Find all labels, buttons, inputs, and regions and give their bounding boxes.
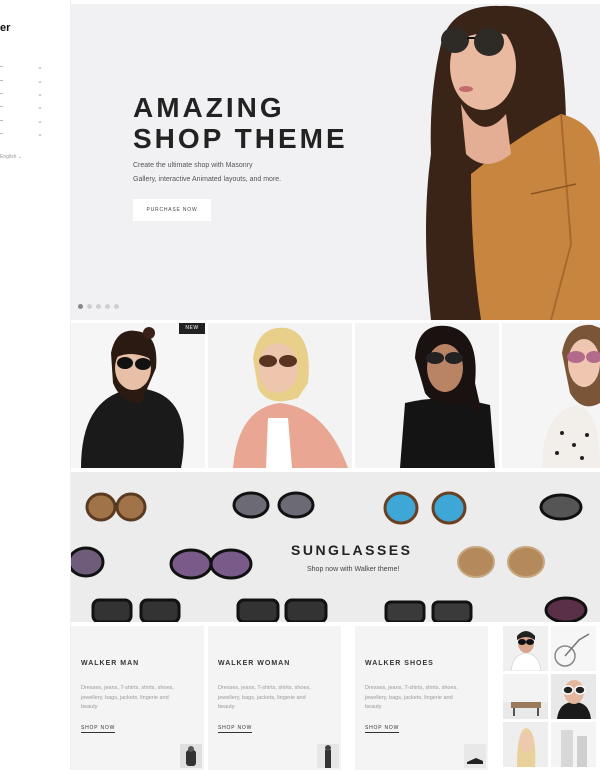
gallery-thumb-4[interactable] — [551, 674, 596, 719]
chevron-down-icon[interactable]: ⌄ — [37, 63, 43, 71]
slider-dot-2[interactable] — [87, 304, 92, 309]
card-description: Dresses, jeans, T-shirts, shirts, shoes,… — [218, 685, 311, 710]
card-thumbnail — [464, 744, 486, 768]
gallery-thumb-6[interactable] — [551, 722, 596, 767]
card-title: WALKER MAN — [81, 660, 140, 667]
gallery-thumb-5[interactable] — [503, 722, 548, 767]
product-tile-1[interactable]: NEW — [71, 323, 205, 468]
category-card-walker-man[interactable]: WALKER MAN Dresses, jeans, T-shirts, shi… — [71, 626, 204, 770]
card-thumbnail — [317, 744, 339, 768]
shop-now-link[interactable]: SHOP NOW — [365, 725, 400, 733]
product-tile-2[interactable] — [208, 323, 352, 468]
slider-dots — [78, 304, 119, 309]
chevron-down-icon: ⌄ — [17, 154, 22, 160]
site-logo[interactable]: er — [0, 22, 10, 34]
sunglasses-1 — [85, 492, 147, 522]
hero-title: AMAZING SHOP THEME — [133, 92, 348, 154]
product-tile-3[interactable] — [355, 323, 499, 468]
hero-model-image — [426, 5, 600, 320]
nav-item-1[interactable] — [0, 66, 3, 67]
category-card-walker-shoes[interactable]: WALKER SHOES Dresses, jeans, T-shirts, s… — [355, 626, 488, 770]
product-image — [233, 327, 348, 468]
card-description: Dresses, jeans, T-shirts, shirts, shoes,… — [81, 685, 174, 710]
shop-now-link[interactable]: SHOP NOW — [218, 725, 253, 733]
slider-dot-4[interactable] — [105, 304, 110, 309]
product-image — [81, 327, 184, 468]
sidebar: er ⌄ ⌄ ⌄ ⌄ ⌄ ⌄ English ⌄ — [0, 0, 71, 770]
category-card-walker-woman[interactable]: WALKER WOMAN Dresses, jeans, T-shirts, s… — [208, 626, 341, 770]
card-description: Dresses, jeans, T-shirts, shirts, shoes,… — [365, 685, 458, 710]
gallery-thumb-2[interactable] — [551, 626, 596, 671]
slider-dot-1[interactable] — [78, 304, 83, 309]
nav-item-5[interactable] — [0, 120, 3, 121]
chevron-down-icon[interactable]: ⌄ — [37, 130, 43, 138]
chevron-down-icon[interactable]: ⌄ — [37, 77, 43, 85]
banner-subtitle: Shop now with Walker theme! — [307, 566, 400, 573]
purchase-now-button[interactable]: PURCHASE NOW — [133, 199, 211, 221]
nav-item-6[interactable] — [0, 133, 3, 134]
product-tile-4[interactable] — [502, 323, 600, 468]
chevron-down-icon[interactable]: ⌄ — [37, 117, 43, 125]
language-label: English — [0, 154, 17, 160]
hero-title-line2: SHOP THEME — [133, 123, 348, 154]
product-image — [542, 324, 600, 468]
new-badge: NEW — [179, 323, 205, 334]
gallery-thumb-3[interactable] — [503, 674, 548, 719]
card-thumbnail — [180, 744, 202, 768]
nav-item-4[interactable] — [0, 106, 3, 107]
banner-title: SUNGLASSES — [291, 542, 413, 558]
shop-now-link[interactable]: SHOP NOW — [81, 725, 116, 733]
nav-item-2[interactable] — [0, 80, 3, 81]
sunglasses-banner[interactable]: SUNGLASSES Shop now with Walker theme! — [71, 472, 600, 622]
chevron-down-icon[interactable]: ⌄ — [37, 90, 43, 98]
hero-subtitle-line1: Create the ultimate shop with Masonry — [133, 162, 253, 169]
hero-slider[interactable]: AMAZING SHOP THEME Create the ultimate s… — [71, 4, 600, 320]
hero-subtitle: Create the ultimate shop with Masonry Ga… — [133, 159, 303, 187]
slider-dot-3[interactable] — [96, 304, 101, 309]
slider-dot-5[interactable] — [114, 304, 119, 309]
card-title: WALKER WOMAN — [218, 660, 291, 667]
card-title: WALKER SHOES — [365, 660, 434, 667]
product-image — [400, 325, 495, 468]
nav-item-3[interactable] — [0, 93, 3, 94]
hero-subtitle-line2: Gallery, interactive Animated layouts, a… — [133, 176, 282, 183]
gallery-thumb-1[interactable] — [503, 626, 548, 671]
hero-title-line1: AMAZING — [133, 92, 285, 123]
chevron-down-icon[interactable]: ⌄ — [37, 103, 43, 111]
language-selector[interactable]: English ⌄ — [0, 154, 22, 160]
